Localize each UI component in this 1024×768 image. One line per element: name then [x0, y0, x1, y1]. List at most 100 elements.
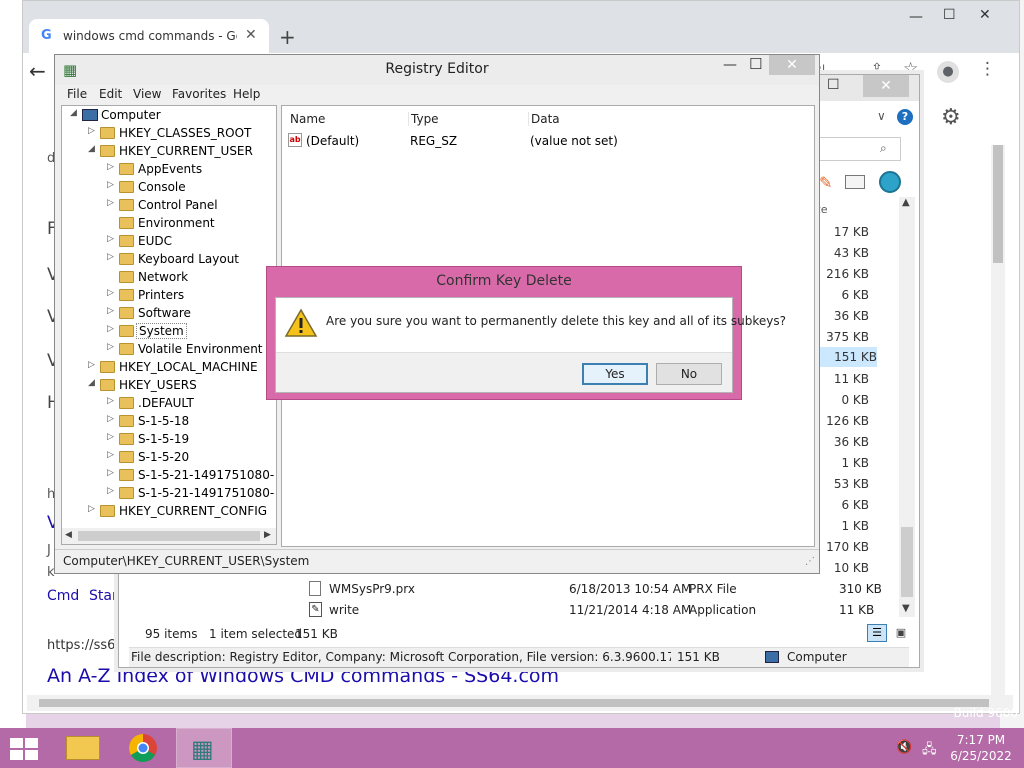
taskbar-registry-editor[interactable]: ▦ — [176, 728, 232, 768]
resize-grip-icon[interactable]: ⋰ — [805, 556, 815, 567]
folder-icon — [119, 253, 134, 265]
close-tab-icon[interactable]: ✕ — [245, 27, 257, 43]
expand-arrow-icon[interactable]: ▷ — [88, 360, 98, 370]
no-button[interactable]: No — [656, 363, 722, 385]
column-header-type[interactable]: Type — [408, 112, 439, 126]
menu-view[interactable]: View — [133, 87, 161, 101]
expand-arrow-icon[interactable]: ▷ — [107, 468, 117, 478]
regedit-close-icon[interactable]: ✕ — [769, 55, 815, 75]
scroll-right-icon[interactable]: ▶ — [264, 530, 271, 540]
taskbar-chrome[interactable] — [116, 728, 172, 768]
dialog-title: Confirm Key Delete — [436, 273, 572, 289]
settings-gear-icon[interactable]: ⚙ — [941, 105, 961, 130]
regedit-maximize-icon[interactable]: ☐ — [749, 55, 762, 73]
file-date: 11/21/2014 4:18 AM — [569, 603, 692, 617]
expand-arrow-icon[interactable]: ▷ — [107, 450, 117, 460]
open-globe-icon[interactable] — [879, 171, 901, 193]
scroll-left-icon[interactable]: ◀ — [65, 530, 72, 540]
menu-file[interactable]: File — [67, 87, 87, 101]
page-text-fragment: J — [47, 543, 51, 558]
tree-node-s-1-5-21-b[interactable]: ▷ S-1-5-21-1491751080-2364 — [107, 485, 275, 503]
expand-arrow-icon[interactable]: ▷ — [107, 162, 117, 172]
tree-node-label: Console — [138, 180, 186, 194]
expand-arrow-icon[interactable]: ▷ — [107, 414, 117, 424]
expand-arrow-icon[interactable]: ▷ — [107, 234, 117, 244]
rename-icon[interactable]: ✎ — [819, 173, 832, 192]
menu-edit[interactable]: Edit — [99, 87, 122, 101]
expand-arrow-icon[interactable]: ▷ — [107, 324, 117, 334]
folder-icon — [119, 343, 134, 355]
value-row[interactable]: ab (Default) REG_SZ (value not set) — [282, 132, 814, 150]
explorer-details-bar: File description: Registry Editor, Compa… — [129, 647, 909, 667]
page-vertical-scroll-thumb[interactable] — [993, 145, 1003, 263]
menu-favorites[interactable]: Favorites — [172, 87, 226, 101]
tree-node-label: AppEvents — [138, 162, 203, 176]
properties-icon[interactable] — [845, 175, 865, 189]
tree-node-label: Environment — [138, 216, 215, 230]
taskbar-file-explorer[interactable] — [56, 728, 112, 768]
expand-arrow-icon[interactable]: ▷ — [107, 342, 117, 352]
expand-arrow-icon[interactable]: ▷ — [107, 288, 117, 298]
regedit-minimize-icon[interactable]: — — [723, 57, 737, 73]
folder-icon — [100, 145, 115, 157]
explorer-maximize-icon[interactable]: ☐ — [827, 77, 840, 93]
file-description: File description: Registry Editor, Compa… — [131, 650, 671, 664]
values-list-header: Name Type Data — [282, 106, 814, 130]
scroll-up-icon[interactable]: ▲ — [902, 197, 910, 208]
regedit-title: Registry Editor — [385, 61, 489, 77]
expand-arrow-icon[interactable]: ▷ — [107, 198, 117, 208]
expand-arrow-icon[interactable]: ▷ — [107, 252, 117, 262]
expand-arrow-icon[interactable]: ▷ — [107, 486, 117, 496]
collapse-arrow-icon[interactable]: ◢ — [70, 108, 80, 118]
collapse-arrow-icon[interactable]: ◢ — [88, 378, 98, 388]
chrome-tab[interactable]: G windows cmd commands - Google Search ✕ — [29, 19, 269, 53]
new-tab-icon[interactable]: + — [279, 25, 296, 49]
expand-arrow-icon[interactable]: ▷ — [107, 432, 117, 442]
expand-arrow-icon[interactable]: ▷ — [107, 306, 117, 316]
file-type: Application — [689, 603, 757, 617]
chrome-maximize-icon[interactable]: ☐ — [943, 7, 956, 23]
volume-muted-icon[interactable]: 🔇 — [896, 740, 912, 755]
large-icons-view-icon[interactable]: ▣ — [891, 624, 911, 642]
value-data: (value not set) — [530, 134, 618, 148]
collapse-arrow-icon[interactable]: ◢ — [88, 144, 98, 154]
file-row[interactable]: ✎ write 11/21/2014 4:18 AM Application 1… — [309, 602, 889, 620]
chrome-close-icon[interactable]: ✕ — [979, 7, 991, 23]
file-list-scroll-thumb[interactable] — [901, 527, 913, 597]
page-horizontal-scrollbar[interactable] — [27, 695, 1013, 711]
menu-help[interactable]: Help — [233, 87, 260, 101]
column-header-name[interactable]: Name — [290, 112, 325, 126]
clock-date[interactable]: 6/25/2022 — [948, 749, 1014, 763]
expand-arrow-icon[interactable]: ▷ — [107, 180, 117, 190]
file-type: PRX File — [689, 582, 737, 596]
chrome-minimize-icon[interactable]: — — [909, 9, 923, 25]
details-view-icon[interactable]: ☰ — [867, 624, 887, 642]
page-vertical-scrollbar[interactable] — [991, 145, 1005, 695]
explorer-close-icon[interactable]: ✕ — [863, 75, 909, 97]
folder-icon — [119, 415, 134, 427]
tree-node-s-1-5-21-a[interactable]: ▷ S-1-5-21-1491751080-2364 — [107, 467, 275, 485]
page-horizontal-scroll-thumb[interactable] — [39, 699, 989, 707]
column-header-data[interactable]: Data — [528, 112, 560, 126]
yes-button[interactable]: Yes — [582, 363, 648, 385]
tree-scroll-thumb[interactable] — [78, 531, 260, 541]
network-icon[interactable]: 🖧 — [922, 740, 937, 762]
ribbon-expand-chevron-icon[interactable]: ∨ — [877, 109, 886, 123]
profile-avatar-icon[interactable]: ● — [937, 61, 959, 83]
back-arrow-icon[interactable]: ← — [29, 59, 46, 83]
chrome-menu-icon[interactable]: ⋮ — [979, 59, 996, 79]
expand-arrow-icon[interactable]: ▷ — [88, 126, 98, 136]
expand-arrow-icon[interactable]: ▷ — [107, 396, 117, 406]
start-button[interactable] — [10, 738, 40, 760]
windows-logo-icon — [25, 738, 38, 748]
scroll-down-icon[interactable]: ▼ — [902, 603, 910, 614]
file-list-vertical-scrollbar[interactable]: ▲ ▼ — [899, 197, 915, 617]
clock-time[interactable]: 7:17 PM — [948, 733, 1014, 747]
explorer-search-input[interactable]: ⌕ — [817, 137, 901, 161]
page-link-cmd[interactable]: Cmd — [47, 588, 79, 604]
help-icon[interactable]: ? — [897, 109, 913, 125]
file-row[interactable]: WMSysPr9.prx 6/18/2013 10:54 AM PRX File… — [309, 581, 889, 599]
result-link-title[interactable]: An A-Z Index of Windows CMD commands - S… — [47, 665, 567, 687]
tree-horizontal-scrollbar[interactable]: ◀ ▶ — [62, 528, 276, 544]
expand-arrow-icon[interactable]: ▷ — [88, 504, 98, 514]
